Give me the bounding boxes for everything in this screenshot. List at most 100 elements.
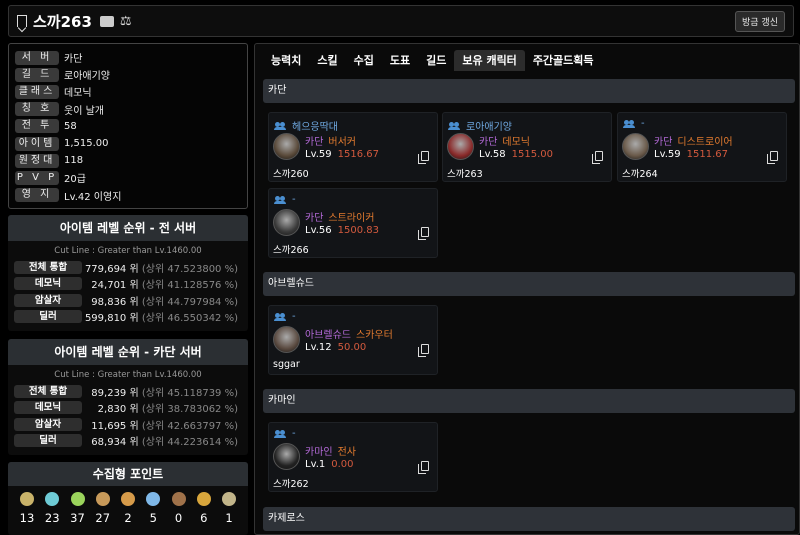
copy-icon[interactable] [418, 344, 429, 357]
rank-number: 2,830 위 [97, 404, 139, 416]
tab-weekly-gold[interactable]: 주간골드획득 [525, 50, 602, 71]
collectible-item[interactable]: 0 [168, 492, 190, 525]
rank-row: 암살자 11,695 위 (상위 42.663797 %) [8, 416, 248, 433]
id-card-icon[interactable] [99, 15, 114, 27]
bookmark-icon[interactable] [17, 15, 27, 27]
character-level: Lv.56 [305, 225, 332, 236]
refresh-button[interactable]: 방금 갱신 [735, 10, 785, 32]
card-guild: - [623, 118, 645, 129]
rank-row: 암살자 98,836 위 (상위 44.797984 %) [8, 292, 248, 309]
collectible-item[interactable]: 6 [193, 492, 215, 525]
collectible-count: 5 [149, 511, 157, 525]
tab-stats[interactable]: 능력치 [263, 50, 309, 71]
collectible-count: 0 [174, 511, 183, 525]
collectible-count: 23 [44, 511, 60, 525]
profile-value: 20급 [64, 174, 86, 186]
rank-row: 딜러 599,810 위 (상위 46.550342 %) [8, 309, 248, 326]
rank-percent: (상위 44.223614 %) [141, 437, 238, 449]
guild-name: - [292, 311, 296, 322]
world-tree-leaf-icon [146, 492, 161, 506]
tab-collection[interactable]: 수집 [346, 50, 382, 71]
copy-icon[interactable] [418, 461, 429, 474]
item-level: 0.00 [331, 459, 354, 470]
profile-row-pvp: P V P 20급 [15, 169, 241, 186]
collectible-count: 6 [200, 511, 208, 525]
collectible-count: 1 [225, 511, 233, 525]
profile-row-title: 칭 호 웃이 날개 [15, 101, 241, 118]
card-job: 디스트로이어 [677, 137, 733, 148]
rank-value: 779,694 위 (상위 47.523800 %) [82, 260, 242, 275]
scale-icon[interactable]: ⚖ [120, 14, 132, 29]
profile-label: 클래스 [15, 84, 59, 99]
rank-panel-title: 아이템 레벨 순위 - 카단 서버 [8, 339, 248, 365]
character-card[interactable]: - 카단 스트라이커 Lv.56 1500.83 스까266 [268, 188, 438, 258]
rank-row: 딜러 68,934 위 (상위 44.223614 %) [8, 433, 248, 450]
copy-icon[interactable] [418, 227, 429, 240]
rank-label: 암살자 [14, 293, 82, 307]
guild-people-icon [274, 429, 286, 438]
rank-number: 599,810 위 [84, 313, 139, 325]
rank-label: 데모닉 [14, 277, 82, 291]
item-level: 50.00 [337, 342, 367, 353]
rank-value: 89,239 위 (상위 45.118739 %) [82, 384, 242, 399]
card-character-name: 스까266 [273, 245, 309, 256]
rank-all-servers-panel: 아이템 레벨 순위 - 전 서버 Cut Line : Greater than… [8, 215, 248, 331]
collectible-item[interactable]: 13 [16, 492, 38, 525]
card-job: 스트라이커 [328, 213, 375, 224]
collectible-item[interactable]: 1 [218, 492, 240, 525]
tab-guild[interactable]: 길드 [418, 50, 454, 71]
collectible-item[interactable]: 2 [117, 492, 139, 525]
avatar [622, 133, 649, 160]
item-level: 1516.67 [337, 149, 379, 160]
collectible-points-panel: 수집형 포인트 13 23 37 27 2 5 0 6 1 [8, 462, 248, 535]
character-card[interactable]: 로아애기양 카단 데모닉 Lv.58 1515.00 스까263 [442, 112, 612, 182]
character-level: Lv.59 [654, 149, 681, 160]
collectible-title: 수집형 포인트 [8, 462, 248, 486]
profile-label: 서 버 [15, 50, 59, 65]
cutline-text: Cut Line : Greater than Lv.1460.00 [54, 370, 202, 380]
collectible-item[interactable]: 5 [142, 492, 164, 525]
tab-owned-characters[interactable]: 보유 캐릭터 [454, 50, 525, 71]
rank-row: 데모닉 2,830 위 (상위 38.783062 %) [8, 400, 248, 417]
profile-row-server: 서 버 카단 [15, 49, 241, 66]
avatar [447, 133, 474, 160]
card-server: 카단 [479, 137, 498, 148]
copy-icon[interactable] [592, 151, 603, 164]
character-level: Lv.59 [305, 149, 332, 160]
orpheus-star-icon [196, 492, 211, 506]
rank-value: 2,830 위 (상위 38.783062 %) [82, 400, 242, 415]
server-section-header: 아브렐슈드 [263, 272, 795, 296]
copy-icon[interactable] [418, 151, 429, 164]
rank-server-panel: 아이템 레벨 순위 - 카단 서버 Cut Line : Greater tha… [8, 339, 248, 455]
character-card[interactable]: - 아브렐슈드 스카우터 Lv.12 50.00 sggar [268, 305, 438, 375]
collectible-item[interactable]: 27 [92, 492, 114, 525]
collectible-item[interactable]: 37 [67, 492, 89, 525]
voyage-icon [121, 492, 135, 506]
tab-bar: 능력치 스킬 수집 도표 길드 보유 캐릭터 주간골드획득 [263, 50, 602, 71]
character-card[interactable]: 헤으응딱대 카단 버서커 Lv.59 1516.67 스까260 [268, 112, 438, 182]
character-card[interactable]: - 카마인 전사 Lv.1 0.00 스까262 [268, 422, 438, 492]
tab-skills[interactable]: 스킬 [309, 50, 345, 71]
guild-people-icon [274, 195, 286, 204]
collectible-item[interactable]: 23 [41, 492, 63, 525]
profile-value: Lv.42 이영지 [64, 191, 122, 203]
rank-label: 전체 통합 [14, 260, 82, 274]
rank-number: 98,836 위 [91, 296, 139, 308]
profile-row-guild: 길 드 로아애기양 [15, 66, 241, 83]
card-guild: - [274, 311, 296, 322]
character-level: Lv.58 [479, 149, 506, 160]
character-level: Lv.1 [305, 459, 326, 470]
main-panel: 능력치 스킬 수집 도표 길드 보유 캐릭터 주간골드획득 카단 헤으응딱대 카단 버… [254, 43, 800, 535]
collectible-count: 37 [70, 511, 85, 525]
rank-number: 11,695 위 [91, 420, 139, 432]
rank-number: 24,701 위 [91, 280, 139, 292]
copy-icon[interactable] [767, 151, 778, 164]
card-level: Lv.1 0.00 [305, 459, 354, 470]
character-card[interactable]: - 카단 디스트로이어 Lv.59 1511.67 스까264 [617, 112, 787, 182]
island-heart-icon [45, 492, 60, 506]
rank-row: 전체 통합 89,239 위 (상위 45.118739 %) [8, 383, 248, 400]
card-level: Lv.58 1515.00 [479, 149, 553, 160]
tab-chart[interactable]: 도표 [382, 50, 418, 71]
profile-value: 카단 [64, 54, 83, 66]
art-icon [95, 492, 110, 506]
